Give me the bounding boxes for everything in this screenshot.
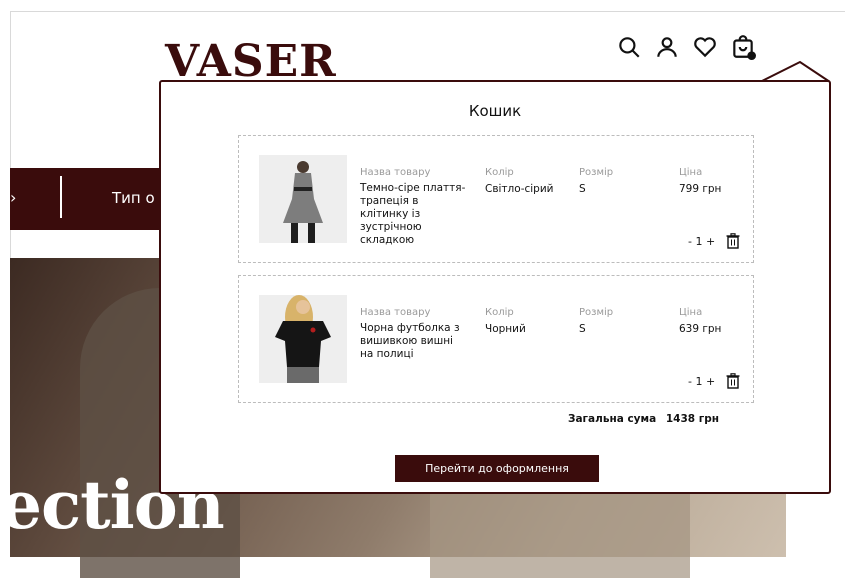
cart-icon[interactable] bbox=[724, 30, 762, 64]
label-price: Ціна bbox=[679, 307, 703, 318]
cart-popup: Кошик Назва товару Темно-сіре плаття-тра… bbox=[159, 80, 831, 494]
label-size: Розмір bbox=[579, 167, 614, 178]
checkout-button[interactable]: Перейти до оформлення bbox=[395, 455, 599, 482]
label-product-name: Назва товару bbox=[360, 307, 431, 318]
item-name[interactable]: Чорна футболка з вишивкою вишні на полиц… bbox=[360, 322, 468, 361]
total-value: 1438 грн bbox=[665, 413, 719, 425]
search-icon[interactable] bbox=[610, 30, 648, 64]
product-image-tshirt[interactable] bbox=[259, 295, 347, 383]
cart-total: Загальна сума 1438 грн bbox=[568, 413, 719, 425]
cart-item: Назва товару Чорна футболка з вишивкою в… bbox=[238, 275, 754, 403]
cart-title: Кошик bbox=[468, 102, 522, 120]
nav-prev-arrow[interactable]: › bbox=[10, 188, 16, 207]
total-label: Загальна сума bbox=[568, 413, 657, 425]
item-size: S bbox=[579, 323, 586, 335]
user-icon[interactable] bbox=[648, 30, 686, 64]
quantity-stepper[interactable]: - 1 + bbox=[688, 375, 715, 388]
label-product-name: Назва товару bbox=[360, 167, 431, 178]
item-price: 639 грн bbox=[679, 323, 722, 335]
item-color: Чорний bbox=[485, 323, 526, 335]
label-size: Розмір bbox=[579, 307, 614, 318]
trash-icon[interactable] bbox=[726, 373, 740, 389]
brand-logo[interactable]: VASER bbox=[165, 40, 337, 84]
nav-divider bbox=[60, 176, 62, 218]
nav-item-type[interactable]: Тип о bbox=[112, 189, 155, 207]
heart-icon[interactable] bbox=[686, 30, 724, 64]
quantity-stepper[interactable]: - 1 + bbox=[688, 235, 715, 248]
label-color: Колір bbox=[485, 167, 514, 178]
page-top-border bbox=[10, 11, 845, 12]
item-name[interactable]: Темно-сіре плаття-трапеція в клітинку із… bbox=[360, 182, 468, 247]
product-image-dress[interactable] bbox=[259, 155, 347, 243]
item-price: 799 грн bbox=[679, 183, 722, 195]
trash-icon[interactable] bbox=[726, 233, 740, 249]
cart-item: Назва товару Темно-сіре плаття-трапеція … bbox=[238, 135, 754, 263]
label-color: Колір bbox=[485, 307, 514, 318]
item-color: Світло-сірий bbox=[485, 183, 554, 195]
label-price: Ціна bbox=[679, 167, 703, 178]
item-size: S bbox=[579, 183, 586, 195]
header-icons bbox=[610, 30, 762, 64]
